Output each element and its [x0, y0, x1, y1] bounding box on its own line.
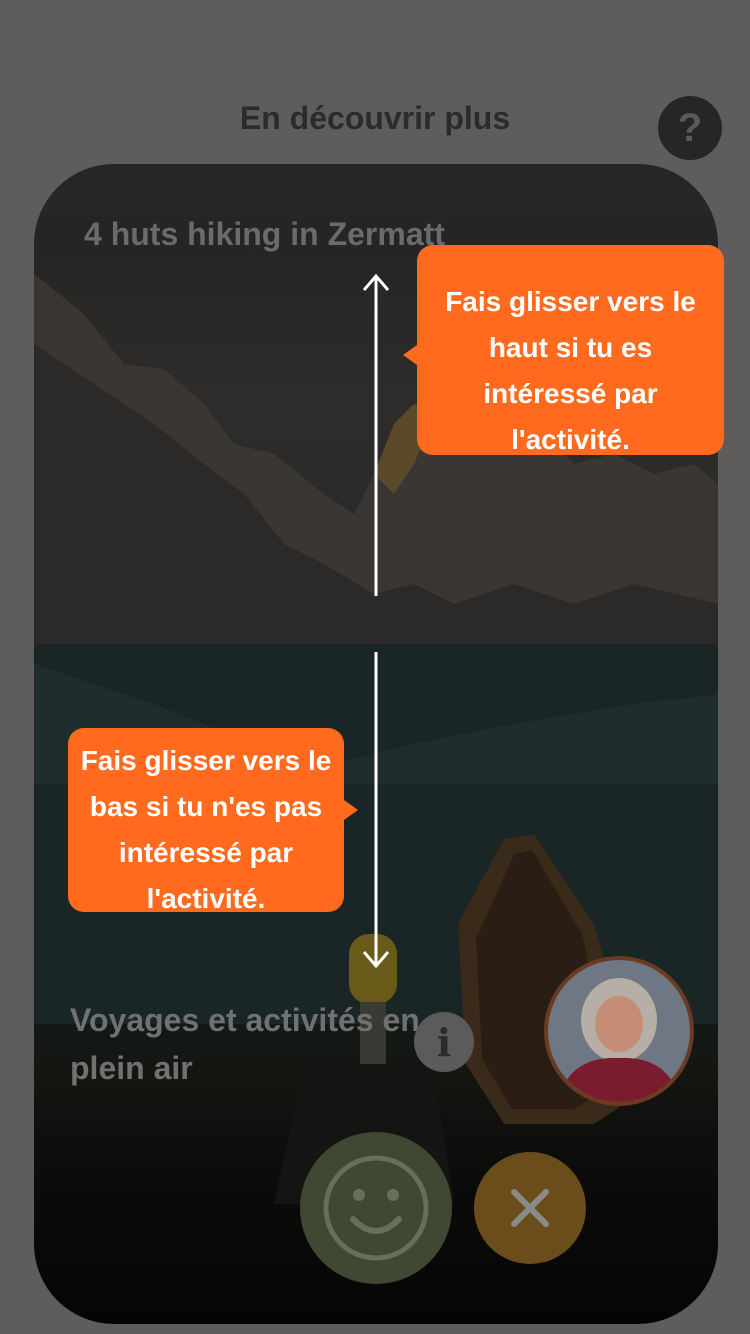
portrait-face [595, 996, 643, 1052]
host-avatar[interactable] [544, 956, 694, 1106]
help-button[interactable]: ? [658, 96, 722, 160]
activity-category: Voyages et activités en plein air [70, 1002, 420, 1086]
smiley-icon [323, 1155, 429, 1261]
info-button[interactable]: i [414, 1012, 474, 1072]
close-icon [511, 1189, 549, 1227]
activity-title: 4 huts hiking in Zermatt [84, 216, 445, 252]
swipe-down-arrow [362, 652, 390, 969]
swipe-down-hint: Fais glisser vers le bas si tu n'es pas … [68, 728, 358, 914]
page-title: En découvrir plus [239, 100, 511, 136]
dislike-button[interactable] [474, 1152, 586, 1264]
host-portrait [548, 960, 690, 1102]
like-button[interactable] [300, 1132, 452, 1284]
swipe-up-hint: Fais glisser vers le haut si tu es intér… [403, 245, 724, 455]
swipe-up-arrow [362, 273, 390, 596]
